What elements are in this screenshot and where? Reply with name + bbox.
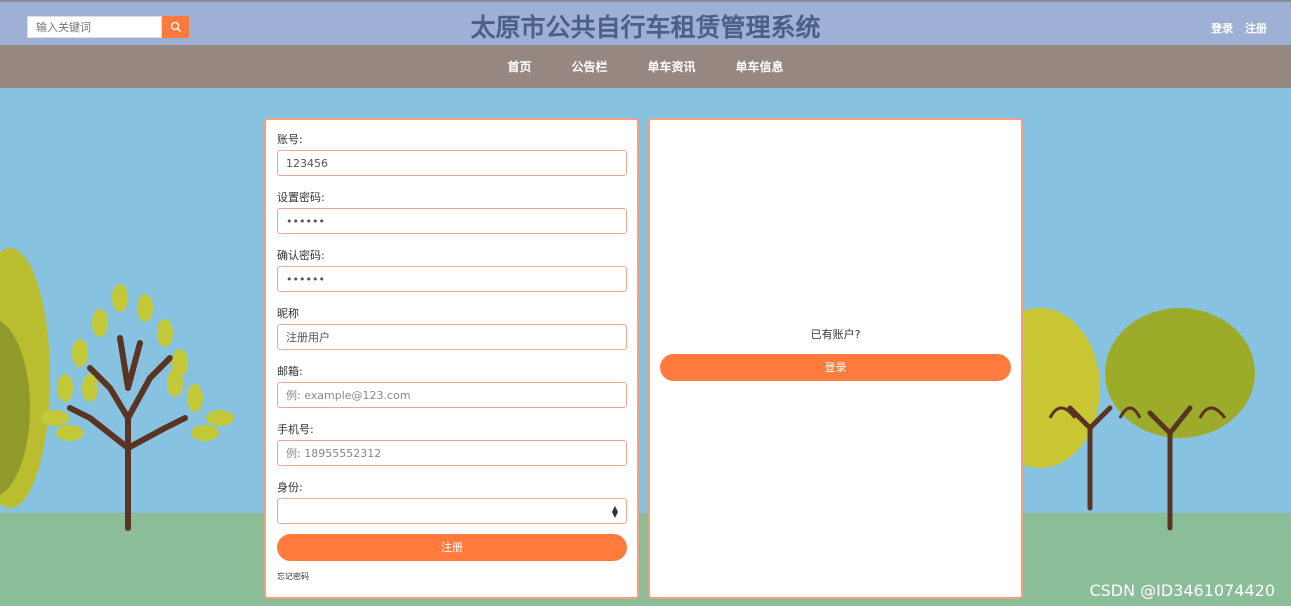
register-form-card: 账号: 设置密码: 确认密码: 昵称 邮箱: 手机号: 身份: ▲▼ 注册 忘记… <box>264 118 639 599</box>
landscape-illustration <box>0 88 1291 606</box>
top-header: 太原市公共自行车租赁管理系统 登录 注册 <box>0 0 1291 45</box>
account-label: 账号: <box>277 133 303 146</box>
password-label: 设置密码: <box>277 191 325 204</box>
account-input[interactable] <box>277 150 627 176</box>
have-account-text: 已有账户? <box>810 328 861 341</box>
phone-label: 手机号: <box>277 423 314 436</box>
register-button[interactable]: 注册 <box>277 534 627 561</box>
identity-label: 身份: <box>277 481 303 494</box>
nav-item-bike-news[interactable]: 单车资讯 <box>648 58 696 75</box>
register-link[interactable]: 注册 <box>1245 22 1267 35</box>
auth-links: 登录 注册 <box>1203 20 1267 36</box>
select-arrows-icon: ▲ ▼ <box>611 504 618 519</box>
password-input[interactable] <box>277 208 627 234</box>
identity-select[interactable]: ▲ ▼ <box>277 498 627 524</box>
site-title: 太原市公共自行车租赁管理系统 <box>470 13 821 42</box>
forgot-password-link[interactable]: 忘记密码 <box>277 571 626 582</box>
nav-item-home[interactable]: 首页 <box>507 58 531 75</box>
phone-input[interactable] <box>277 440 627 466</box>
main-nav: 首页 公告栏 单车资讯 单车信息 <box>0 45 1291 88</box>
confirm-password-label: 确认密码: <box>277 249 325 262</box>
scene-background <box>0 88 1291 606</box>
nav-item-notice[interactable]: 公告栏 <box>571 58 607 75</box>
nickname-label: 昵称 <box>277 307 299 320</box>
login-link[interactable]: 登录 <box>1211 22 1233 35</box>
email-label: 邮箱: <box>277 365 303 378</box>
nav-item-bike-info[interactable]: 单车信息 <box>736 58 784 75</box>
login-button[interactable]: 登录 <box>660 354 1011 381</box>
nickname-input[interactable] <box>277 324 627 350</box>
confirm-password-input[interactable] <box>277 266 627 292</box>
watermark: CSDN @ID3461074420 <box>1089 581 1275 600</box>
login-prompt-card: 已有账户? 登录 <box>648 118 1023 599</box>
email-input[interactable] <box>277 382 627 408</box>
